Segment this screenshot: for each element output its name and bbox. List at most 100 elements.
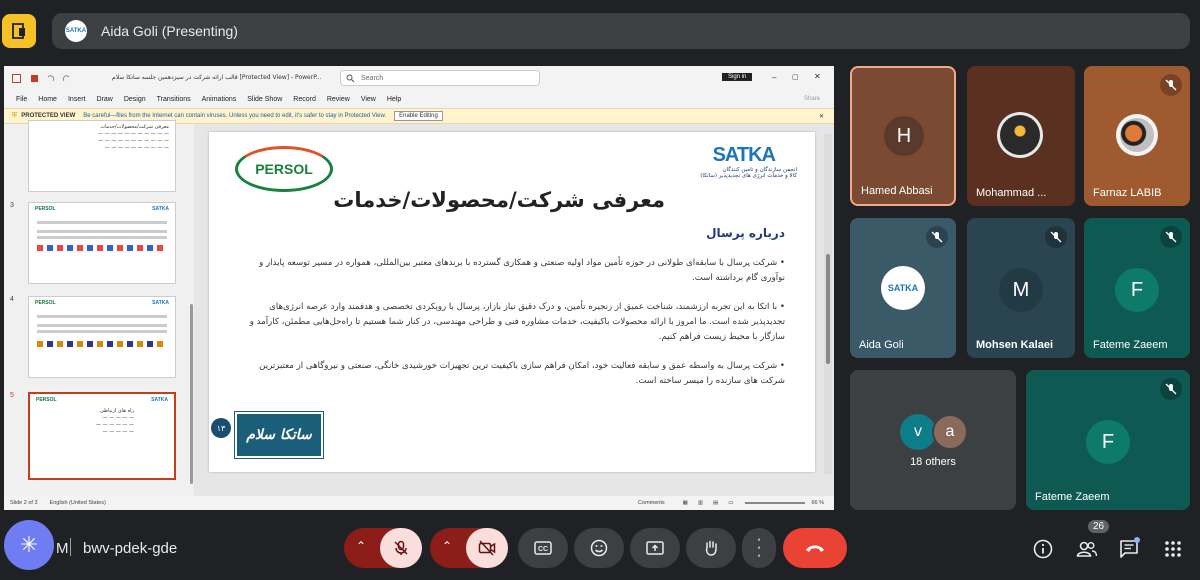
gemini-button[interactable]: ✳ bbox=[4, 520, 54, 570]
thumbnail-slide-4[interactable]: PERSOL SATKA bbox=[28, 296, 176, 378]
participant-name: Aida Goli bbox=[859, 339, 904, 351]
thumbnail-slide-5[interactable]: PERSOL SATKA راه های ارتباطی — — — — — — —… bbox=[28, 392, 176, 480]
chat-button[interactable] bbox=[1116, 536, 1142, 562]
persol-logo-text: PERSOL bbox=[255, 161, 313, 177]
close-icon[interactable]: ✕ bbox=[814, 72, 821, 81]
divider bbox=[70, 538, 71, 556]
mic-off-icon bbox=[1160, 378, 1182, 400]
share-button[interactable]: Share bbox=[804, 96, 820, 102]
close-warning-icon[interactable]: ✕ bbox=[819, 113, 824, 120]
slide-bullets: • شرکت پرسال با سابقه‌ای طولانی در حوزه … bbox=[235, 256, 785, 389]
current-slide: PERSOL SATKA انجمن سازندگان و تامین کنند… bbox=[209, 132, 815, 472]
top-bar: SATKA Aida Goli (Presenting) bbox=[0, 0, 1200, 60]
sparkle-icon: ✳ bbox=[19, 532, 39, 557]
presenting-banner[interactable]: SATKA Aida Goli (Presenting) bbox=[52, 13, 1190, 49]
menu-review[interactable]: Review bbox=[327, 96, 350, 103]
participant-avatar: F bbox=[1086, 420, 1130, 464]
more-options-button[interactable]: · · · bbox=[742, 528, 776, 568]
minimize-icon[interactable]: – bbox=[772, 73, 776, 82]
present-button[interactable] bbox=[630, 528, 680, 568]
meeting-time: M bbox=[56, 540, 69, 557]
sign-in-button[interactable]: Sign in bbox=[722, 73, 753, 81]
menu-view[interactable]: View bbox=[361, 96, 376, 103]
participant-name: Fateme Zaeem bbox=[1093, 339, 1168, 351]
present-screen-icon bbox=[646, 541, 664, 555]
thumbnail-slide-3[interactable]: PERSOL SATKA bbox=[28, 202, 176, 284]
leave-call-button[interactable] bbox=[783, 528, 847, 568]
slide-scrollbar[interactable] bbox=[824, 134, 832, 474]
persol-logo: PERSOL bbox=[235, 146, 333, 192]
participant-tile[interactable]: H Hamed Abbasi bbox=[850, 66, 956, 206]
ppt-search-box[interactable]: Search bbox=[340, 70, 540, 86]
protected-label: PROTECTED VIEW bbox=[21, 113, 76, 119]
mic-toggle-button[interactable] bbox=[380, 528, 422, 568]
participant-name: Mohammad ... bbox=[976, 187, 1047, 199]
mic-off-icon bbox=[1160, 74, 1182, 96]
participant-tile[interactable]: F Fateme Zaeem bbox=[1084, 218, 1190, 358]
menu-slide-show[interactable]: Slide Show bbox=[247, 96, 282, 103]
others-tile[interactable]: v a 18 others bbox=[850, 370, 1016, 510]
menu-design[interactable]: Design bbox=[124, 96, 146, 103]
menu-animations[interactable]: Animations bbox=[202, 96, 237, 103]
participant-tile[interactable]: SATKA Aida Goli bbox=[850, 218, 956, 358]
bullet-1-text: شرکت پرسال با سابقه‌ای طولانی در حوزه تأ… bbox=[259, 258, 785, 283]
participant-count-badge: 26 bbox=[1088, 520, 1110, 533]
menu-home[interactable]: Home bbox=[38, 96, 57, 103]
captions-button[interactable]: CC bbox=[518, 528, 568, 568]
thumbnail-scrollbar[interactable] bbox=[190, 304, 193, 484]
activities-button[interactable] bbox=[1160, 536, 1186, 562]
enable-editing-button[interactable]: Enable Editing bbox=[394, 111, 443, 121]
door-icon bbox=[12, 23, 25, 39]
zoom-level: 66 % bbox=[811, 500, 824, 506]
status-language: English (United States) bbox=[49, 500, 106, 506]
presenter-label: Aida Goli (Presenting) bbox=[101, 23, 238, 39]
maximize-icon[interactable]: ▢ bbox=[792, 73, 799, 81]
participant-avatar: SATKA bbox=[881, 266, 925, 310]
raise-hand-button[interactable] bbox=[686, 528, 736, 568]
mic-options-chevron-icon[interactable]: ⌃ bbox=[356, 539, 366, 553]
ppt-ribbon-menu: File Home Insert Draw Design Transitions… bbox=[4, 90, 834, 108]
participant-tile[interactable]: M Mohsen Kalaei bbox=[967, 218, 1075, 358]
menu-transitions[interactable]: Transitions bbox=[157, 96, 191, 103]
ppt-window-title: قالب ارائه شرکت در سیزدهمین جلسه ساتکا س… bbox=[112, 74, 322, 81]
reactions-button[interactable] bbox=[574, 528, 624, 568]
bullet-2: • با اتکا به این تجربه ارزشمند، شناخت عم… bbox=[249, 302, 785, 342]
people-button[interactable]: 26 bbox=[1072, 520, 1110, 562]
undo-icon[interactable] bbox=[46, 74, 55, 83]
satka-logo-text: SATKA bbox=[712, 144, 776, 166]
sorter-view-icon[interactable]: ▥ bbox=[698, 500, 703, 506]
mic-off-icon bbox=[1160, 226, 1182, 248]
redo-icon[interactable] bbox=[62, 74, 71, 83]
autosave-icon[interactable] bbox=[30, 74, 39, 83]
normal-view-icon[interactable]: ▦ bbox=[683, 500, 688, 506]
zoom-slider[interactable] bbox=[745, 502, 806, 504]
reading-view-icon[interactable]: ▤ bbox=[713, 500, 718, 506]
camera-toggle-button[interactable] bbox=[466, 528, 508, 568]
menu-file[interactable]: File bbox=[16, 96, 27, 103]
ppt-search-placeholder: Search bbox=[361, 74, 384, 82]
menu-record[interactable]: Record bbox=[293, 96, 316, 103]
meeting-info-button[interactable] bbox=[1030, 536, 1056, 562]
slideshow-view-icon[interactable]: ▭ bbox=[728, 500, 733, 506]
satka-salam-stamp: ساتکا سلام bbox=[234, 411, 324, 459]
menu-help[interactable]: Help bbox=[387, 96, 401, 103]
thumbnail-slide-2[interactable]: معرفی شرکت/محصولات/خدمات — — — — — — — — … bbox=[28, 120, 176, 192]
comments-button[interactable]: Comments bbox=[638, 500, 665, 506]
camera-options-chevron-icon[interactable]: ⌃ bbox=[442, 539, 452, 553]
slide-subtitle: درباره پرسال bbox=[706, 226, 785, 240]
participant-tile[interactable]: Mohammad ... bbox=[967, 66, 1075, 206]
thumb-number: 5 bbox=[10, 392, 14, 399]
others-avatar: v bbox=[900, 414, 936, 450]
menu-insert[interactable]: Insert bbox=[68, 96, 86, 103]
closed-captions-icon: CC bbox=[534, 541, 552, 555]
meet-companion-button[interactable] bbox=[2, 14, 36, 48]
others-avatar: a bbox=[932, 414, 968, 450]
shield-icon: ⛨ bbox=[12, 112, 18, 119]
participant-avatar: F bbox=[1115, 268, 1159, 312]
others-label: 18 others bbox=[910, 456, 956, 468]
participant-tile[interactable]: F Fateme Zaeem bbox=[1026, 370, 1190, 510]
end-call-icon bbox=[806, 545, 824, 552]
menu-draw[interactable]: Draw bbox=[96, 96, 112, 103]
save-icon[interactable] bbox=[12, 74, 21, 83]
participant-tile[interactable]: Farnaz LABIB bbox=[1084, 66, 1190, 206]
